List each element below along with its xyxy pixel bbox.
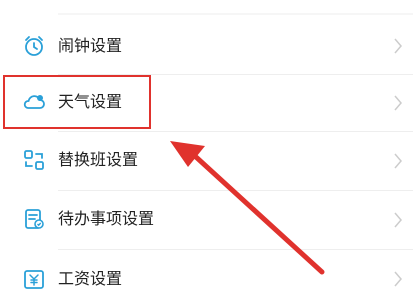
settings-item-label: 闹钟设置 xyxy=(58,36,123,55)
chevron-right-icon xyxy=(394,38,402,54)
highlight-box xyxy=(3,75,151,129)
settings-item-label: 替换班设置 xyxy=(58,150,139,169)
settings-item-label: 工资设置 xyxy=(58,269,123,288)
chevron-right-icon xyxy=(394,212,402,228)
shift-swap-icon xyxy=(24,150,44,170)
salary-yuan-icon xyxy=(24,270,44,289)
settings-item-todo[interactable]: 待办事项设置 xyxy=(0,192,413,248)
todo-list-icon xyxy=(25,209,44,229)
divider xyxy=(58,190,413,191)
alarm-clock-icon xyxy=(25,36,43,56)
chevron-right-icon xyxy=(394,95,402,111)
partial-row-remnant xyxy=(58,13,413,15)
divider xyxy=(58,131,413,132)
settings-item-salary[interactable]: 工资设置 xyxy=(0,250,413,306)
chevron-right-icon xyxy=(394,153,402,169)
settings-item-label: 待办事项设置 xyxy=(58,209,155,228)
settings-list: 闹钟设置 天气设置 替换班设置 待办事项设置 工资设置 xyxy=(0,0,413,303)
settings-item-alarm[interactable]: 闹钟设置 xyxy=(0,18,413,74)
settings-item-shift-swap[interactable]: 替换班设置 xyxy=(0,134,413,190)
partial-top-row xyxy=(0,0,413,15)
chevron-right-icon xyxy=(394,271,402,287)
